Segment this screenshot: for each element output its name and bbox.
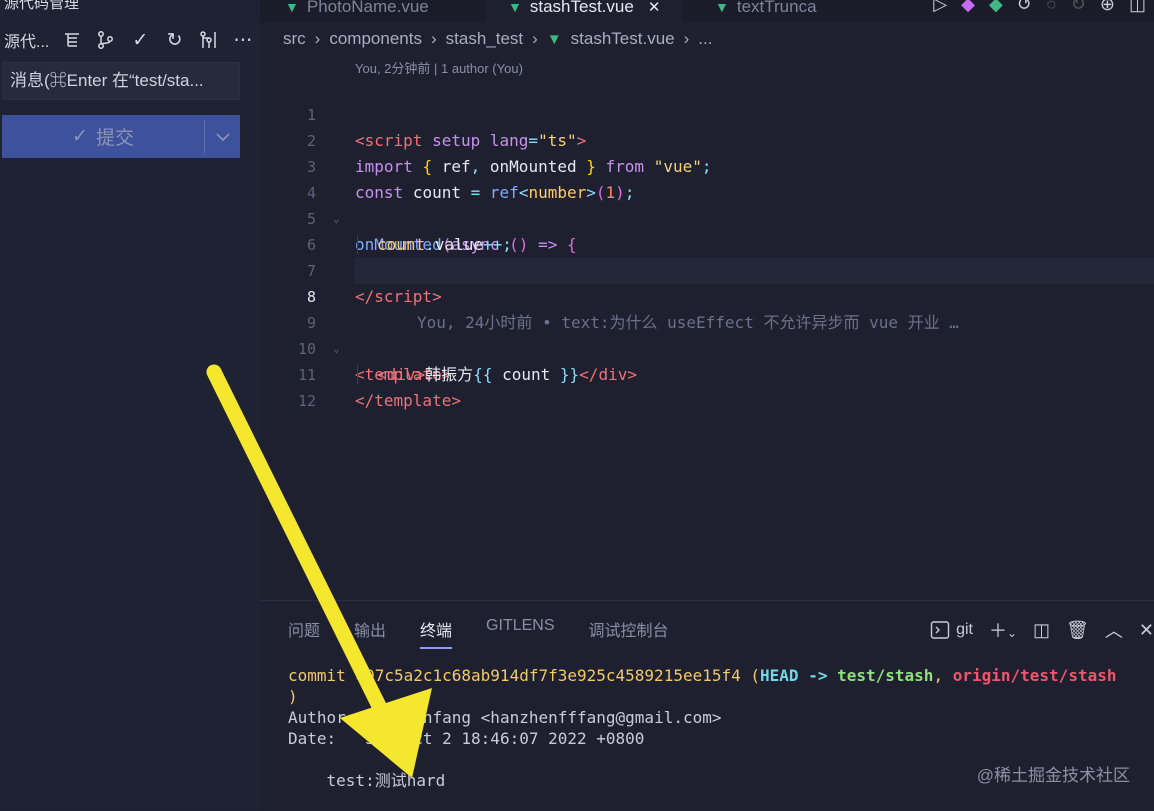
panel-actions: git ＋⌄ ◫ 🗑 ︿ ✕ — [930, 617, 1154, 643]
commit-button[interactable]: ✓ 提交 — [2, 115, 204, 158]
remote-branch: origin/test/stash — [952, 666, 1117, 685]
gitlens-icon[interactable]: ◆ — [961, 0, 975, 15]
tab-gitlens[interactable]: GITLENS — [486, 617, 554, 649]
vue-file-icon: ▼ — [715, 0, 729, 15]
commit-message-input[interactable] — [3, 63, 239, 99]
code-line: 7 </script> — [260, 232, 1154, 306]
line-number: 12 — [297, 392, 316, 410]
commit-message-box — [2, 62, 240, 100]
chevron-down-icon — [215, 132, 230, 141]
vue-file-icon: ▼ — [285, 0, 299, 15]
chevron-right-icon: › — [683, 29, 690, 48]
source-control-toolbar: 源代... ✓ ↻ ⋯ — [0, 27, 260, 53]
tab-photoname[interactable]: ▼ PhotoName.vue — [285, 0, 429, 22]
chevron-up-icon[interactable]: ︿ — [1105, 617, 1123, 643]
breadcrumb-item[interactable]: components — [329, 29, 422, 49]
code-line: 1 <script setup lang="ts"> — [260, 76, 1154, 150]
new-terminal-button[interactable]: ＋⌄ — [989, 617, 1017, 643]
breadcrumb-item[interactable]: stashTest.vue — [571, 29, 675, 49]
terminal-icon — [930, 621, 950, 639]
chevron-down-icon[interactable]: ⌄ — [1007, 626, 1017, 640]
vue-file-icon: ▼ — [546, 30, 562, 48]
code-line: 2 import { ref, onMounted } from "vue"; — [260, 102, 1154, 176]
editor-actions: ▷ ◆ ◆ ↺ ○ ↻ ⊕ ◫ — [933, 0, 1146, 15]
vue-file-icon: ▼ — [508, 0, 522, 15]
code-line: 9 ⌄ <template> — [260, 284, 1154, 384]
editor-tab-bar: ▼ PhotoName.vue ▼ stashTest.vue ✕ ▼ text… — [260, 0, 1154, 22]
check-icon[interactable]: ✓ — [123, 28, 157, 52]
run-icon[interactable]: ▷ — [933, 0, 947, 15]
tab-output[interactable]: 输出 — [354, 617, 386, 649]
list-tree-icon[interactable] — [55, 28, 89, 52]
tab-label: PhotoName.vue — [306, 0, 429, 16]
tab-problems[interactable]: 问题 — [288, 617, 320, 649]
breadcrumb: src › components › stash_test › ▼ stashT… — [283, 29, 712, 49]
tab-stashtest[interactable]: ▼ stashTest.vue ✕ — [486, 0, 683, 22]
git-fork-icon[interactable] — [192, 28, 226, 52]
code-editor[interactable]: 1 <script setup lang="ts"> 2 import { re… — [260, 76, 1154, 410]
source-control-sidebar: 源代码管理 源代... ✓ ↻ ⋯ ✓ 提交 — [0, 0, 260, 810]
code-line-current: 8 You, 24小时前 • text:为什么 useEffect 不允许异步而… — [307, 258, 1154, 332]
chevron-right-icon: › — [430, 29, 437, 48]
code-line: 6 }); — [260, 206, 1154, 280]
terminal-selector[interactable]: git — [930, 620, 973, 640]
breadcrumb-item[interactable]: stash_test — [446, 29, 524, 49]
commit-message: test:测试hard — [326, 771, 446, 790]
close-icon[interactable]: ✕ — [1139, 620, 1154, 641]
split-terminal-icon[interactable]: ◫ — [1033, 620, 1050, 641]
tab-label: textTrunca — [736, 0, 817, 16]
ref-arrow: -> — [808, 666, 828, 685]
source-control-section-label[interactable]: 源代... — [4, 28, 55, 52]
date-value: Sun Oct 2 18:46:07 2022 +0800 — [365, 729, 645, 748]
tab-debug-console[interactable]: 调试控制台 — [589, 617, 669, 649]
breadcrumb-item[interactable]: src — [283, 29, 306, 49]
chevron-right-icon: › — [532, 29, 538, 48]
refresh-icon[interactable]: ↻ — [157, 28, 191, 52]
code-line: 4 ⌄ onMounted(async () => { — [260, 154, 1154, 254]
check-icon: ✓ — [72, 126, 88, 147]
terminal-name: git — [956, 621, 973, 638]
code-line: 12 — [260, 362, 1154, 410]
panel-tabs: 问题 输出 终端 GITLENS 调试控制台 — [288, 617, 669, 649]
commit-dropdown-button[interactable] — [205, 115, 240, 158]
close-icon[interactable]: ✕ — [648, 0, 661, 16]
sidebar-title: 源代码管理 — [4, 0, 80, 12]
watermark: @稀土掘金技术社区 — [976, 766, 1130, 785]
head-ref: HEAD — [760, 666, 799, 685]
history-icon[interactable]: ↺ — [1017, 0, 1032, 15]
code-line: 11 </template> — [260, 336, 1154, 410]
commit-button-label: 提交 — [95, 128, 134, 149]
split-editor-icon[interactable]: ◫ — [1129, 0, 1146, 15]
code-line: 3 const count = ref<number>(1); — [260, 128, 1154, 202]
line-number: 7 — [306, 262, 316, 280]
tab-label: stashTest.vue — [529, 0, 634, 16]
commit-keyword: commit — [288, 666, 346, 685]
commit-button-group: ✓ 提交 — [2, 115, 240, 158]
more-icon[interactable]: ⋯ — [226, 28, 260, 52]
chevron-right-icon: › — [314, 29, 321, 48]
tab-texttrunca[interactable]: ▼ textTrunca — [715, 0, 817, 22]
trash-icon[interactable]: 🗑 — [1066, 620, 1089, 641]
code-line: 5 count.value++; — [260, 180, 1154, 254]
author-value: hanzhenfang <hanzhenfffang@gmail.com> — [365, 708, 722, 727]
date-label: Date: — [288, 729, 337, 748]
forward-icon[interactable]: ↻ — [1071, 0, 1086, 15]
author-label: Author: — [288, 708, 356, 727]
open-changes-icon[interactable]: ⊕ — [1100, 0, 1115, 15]
branch-graph-icon[interactable] — [89, 28, 123, 52]
local-branch: test/stash — [837, 666, 934, 685]
close-paren: ) — [288, 687, 298, 706]
commit-hash: e07c5a2c1c68ab914df7f3e925c4589215ee15f4 — [355, 666, 741, 685]
back-icon[interactable]: ○ — [1046, 0, 1057, 15]
code-line: 10 <div>韩振方{{ count }}</div> — [260, 310, 1154, 384]
tab-terminal[interactable]: 终端 — [420, 617, 453, 649]
breadcrumb-item[interactable]: ... — [698, 29, 712, 49]
vue-icon[interactable]: ◆ — [989, 0, 1003, 15]
codelens-author[interactable]: You, 2分钟前 | 1 author (You) — [355, 58, 523, 77]
